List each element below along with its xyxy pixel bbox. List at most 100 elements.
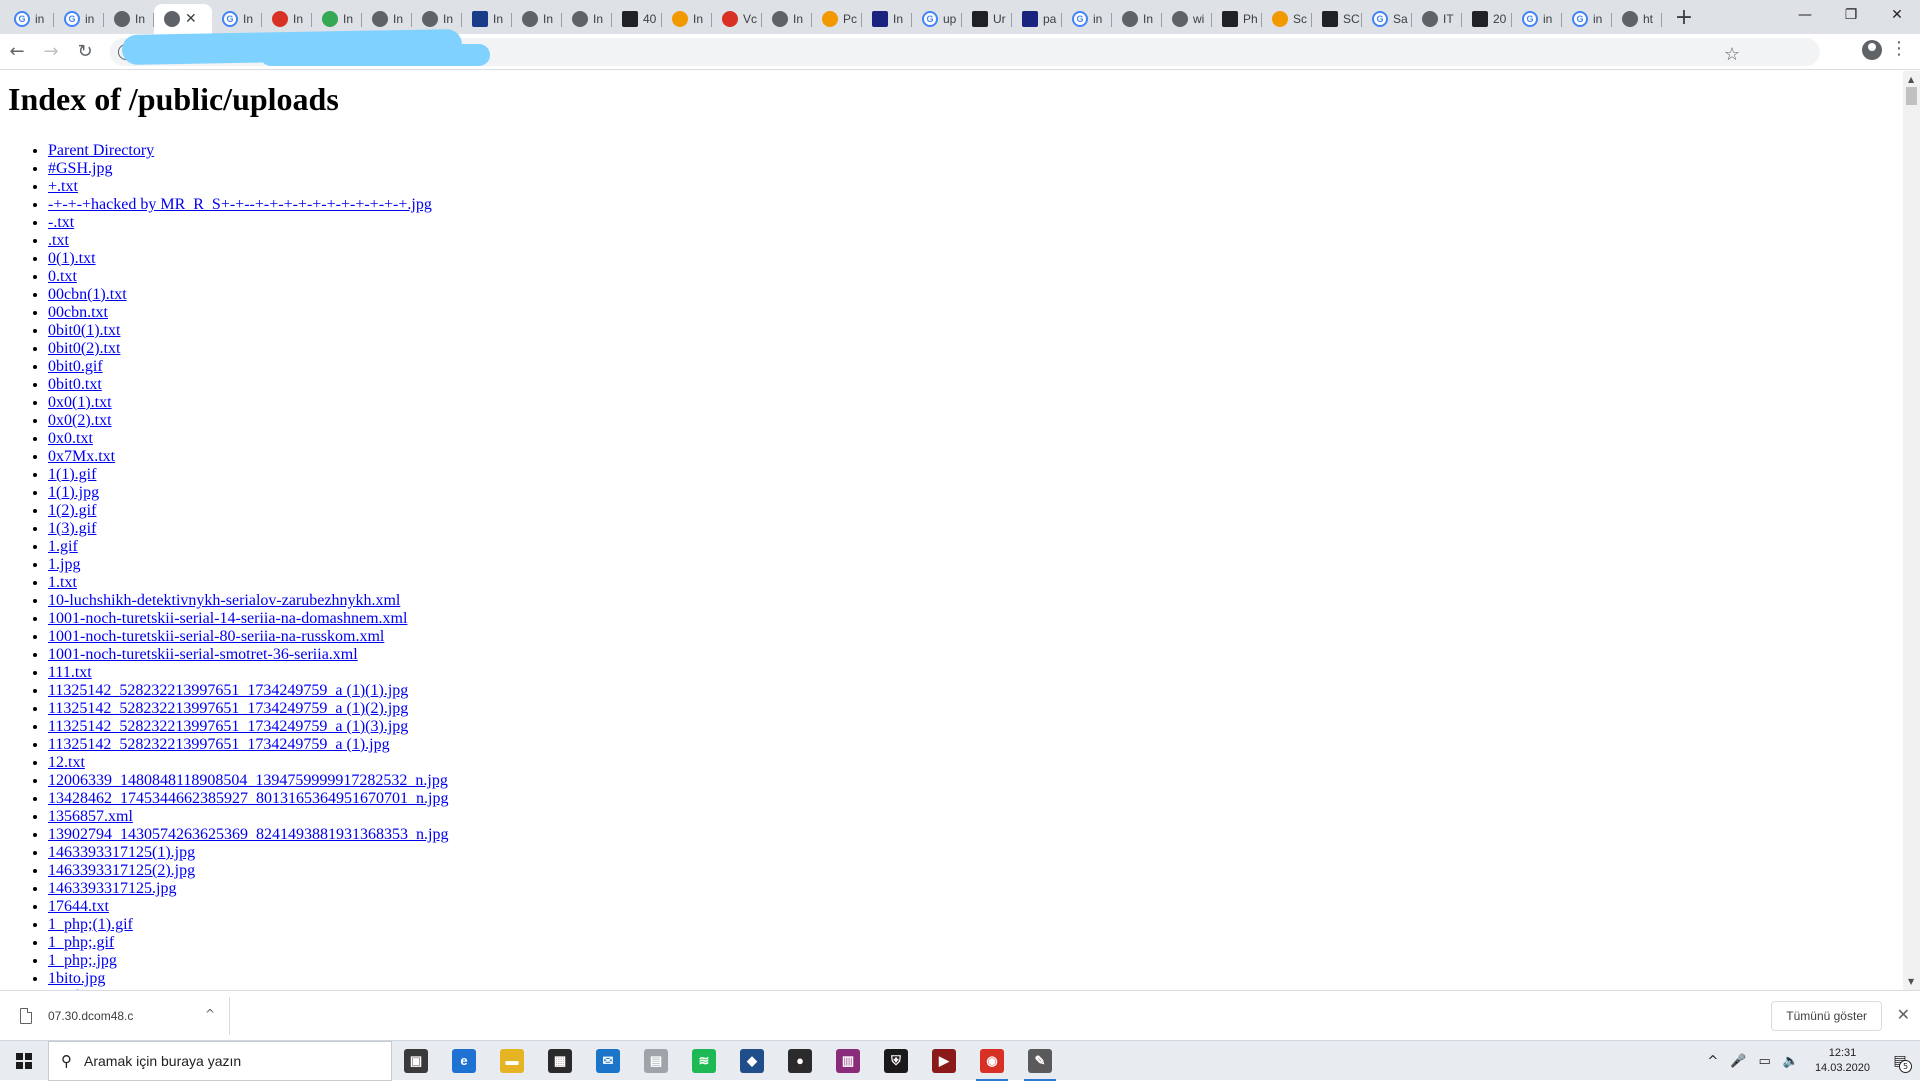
taskbar-virtualbox-button[interactable]: ◆ xyxy=(728,1041,776,1081)
browser-tab[interactable]: 40 xyxy=(612,4,662,34)
browser-tab[interactable]: G Sa xyxy=(1362,4,1412,34)
browser-tab[interactable]: In xyxy=(262,4,312,34)
taskbar-task-view-button[interactable]: ▣ xyxy=(392,1041,440,1081)
browser-tab[interactable]: In xyxy=(312,4,362,34)
file-link[interactable]: 1001-noch-turetskii-serial-smotret-36-se… xyxy=(48,646,358,663)
system-clock[interactable]: 12:31 14.03.2020 xyxy=(1815,1046,1870,1076)
taskbar-store-button[interactable]: ▦ xyxy=(536,1041,584,1081)
file-link[interactable]: 1001-noch-turetskii-serial-14-seriia-na-… xyxy=(48,610,407,627)
file-link[interactable]: 0bit0(2).txt xyxy=(48,340,120,357)
reload-button[interactable]: ↻ xyxy=(68,37,102,67)
file-link[interactable]: 1356857.xml xyxy=(48,808,133,825)
file-link[interactable]: 0x7Mx.txt xyxy=(48,448,115,465)
tray-overflow-chevron-icon[interactable]: ^ xyxy=(1707,1054,1718,1069)
browser-tab-active[interactable]: ✕ xyxy=(154,4,212,34)
scroll-down-arrow-icon[interactable]: ▼ xyxy=(1908,977,1914,986)
browser-tab[interactable]: In xyxy=(762,4,812,34)
taskbar-spotify-button[interactable]: ≋ xyxy=(680,1041,728,1081)
browser-tab[interactable]: Ur xyxy=(962,4,1012,34)
file-link[interactable]: 17644.txt xyxy=(48,898,109,915)
start-button[interactable] xyxy=(0,1041,48,1081)
browser-tab[interactable]: In xyxy=(862,4,912,34)
file-link[interactable]: 00cbn.txt xyxy=(48,304,108,321)
file-link[interactable]: 1.jpg xyxy=(48,556,80,573)
file-link[interactable]: 1bito.jpg xyxy=(48,970,105,987)
taskbar-photos-button[interactable]: ▤ xyxy=(632,1041,680,1081)
file-link[interactable]: 1(3).gif xyxy=(48,520,96,537)
browser-tab[interactable]: SC xyxy=(1312,4,1362,34)
file-link[interactable]: 1(1).jpg xyxy=(48,484,99,501)
volume-icon[interactable]: 🔈 xyxy=(1783,1054,1799,1069)
browser-tab[interactable]: Ph xyxy=(1212,4,1262,34)
file-link[interactable]: 1_php;.gif xyxy=(48,934,114,951)
file-link[interactable]: 1(2).gif xyxy=(48,502,96,519)
browser-tab[interactable]: Vc xyxy=(712,4,762,34)
file-link[interactable]: 13428462_1745344662385927_80131653649516… xyxy=(48,790,448,807)
browser-tab[interactable]: Gin xyxy=(1062,4,1112,34)
browser-tab[interactable]: Gin xyxy=(1562,4,1612,34)
browser-tab[interactable]: Gin xyxy=(54,4,104,34)
taskbar-pen-tool-button[interactable]: ✎ xyxy=(1016,1041,1064,1081)
browser-tab[interactable]: wi xyxy=(1162,4,1212,34)
file-link[interactable]: 11325142_528232213997651_1734249759_a (1… xyxy=(48,682,408,699)
file-link[interactable]: 0bit0.gif xyxy=(48,358,103,375)
parent-directory-link[interactable]: Parent Directory xyxy=(48,142,154,159)
browser-tab[interactable]: In xyxy=(1112,4,1162,34)
file-link[interactable]: 1.txt xyxy=(48,574,77,591)
maximize-button[interactable]: ❐ xyxy=(1828,0,1874,30)
browser-tab[interactable]: Gin xyxy=(4,4,54,34)
close-window-button[interactable]: ✕ xyxy=(1874,0,1920,30)
close-tab-icon[interactable]: ✕ xyxy=(185,11,197,27)
taskbar-winrar-button[interactable]: ▥ xyxy=(824,1041,872,1081)
file-link[interactable]: -.txt xyxy=(48,214,74,231)
file-link[interactable]: 0.txt xyxy=(48,268,77,285)
file-link[interactable]: 12006339_1480848118908504_13947599999172… xyxy=(48,772,448,789)
browser-tab[interactable]: Pc xyxy=(812,4,862,34)
network-icon[interactable]: ▭ xyxy=(1758,1054,1770,1069)
new-tab-button[interactable]: + xyxy=(1670,3,1698,31)
taskbar-mail-button[interactable]: ✉ xyxy=(584,1041,632,1081)
browser-tab[interactable]: 20 xyxy=(1462,4,1512,34)
address-bar[interactable]: i ☆ xyxy=(110,29,1820,66)
scrollbar-thumb[interactable] xyxy=(1906,87,1917,105)
close-download-shelf-icon[interactable]: ✕ xyxy=(1897,1005,1910,1024)
file-link[interactable]: 12.txt xyxy=(48,754,85,771)
file-link[interactable]: 00cbn(1).txt xyxy=(48,286,127,303)
file-link[interactable]: 1463393317125.jpg xyxy=(48,880,176,897)
download-item[interactable]: 07.30.dcom48.c ^ xyxy=(10,997,230,1035)
file-link[interactable]: 11325142_528232213997651_1734249759_a (1… xyxy=(48,700,408,717)
file-link[interactable]: 1001-noch-turetskii-serial-80-seriia-na-… xyxy=(48,628,384,645)
taskbar-obs-button[interactable]: ● xyxy=(776,1041,824,1081)
browser-tab[interactable]: In xyxy=(104,4,154,34)
show-all-downloads-button[interactable]: Tümünü göster xyxy=(1771,1001,1882,1031)
file-link[interactable]: 1463393317125(1).jpg xyxy=(48,844,195,861)
browser-tab[interactable]: In xyxy=(462,4,512,34)
taskbar-search-input[interactable] xyxy=(84,1052,364,1069)
file-link[interactable]: #GSH.jpg xyxy=(48,160,112,177)
file-link[interactable]: 1463393317125(2).jpg xyxy=(48,862,195,879)
browser-tab[interactable]: IT xyxy=(1412,4,1462,34)
file-link[interactable]: 111.txt xyxy=(48,664,92,681)
browser-tab[interactable]: In xyxy=(662,4,712,34)
file-link[interactable]: 1_php;.jpg xyxy=(48,952,117,969)
browser-tab[interactable]: G In xyxy=(212,4,262,34)
file-link[interactable]: 11325142_528232213997651_1734249759_a (1… xyxy=(48,718,408,735)
file-link[interactable]: .txt xyxy=(48,232,69,249)
file-link[interactable]: 0x0.txt xyxy=(48,430,93,447)
file-link[interactable]: 1(1).gif xyxy=(48,466,96,483)
taskbar-chrome-button[interactable]: ◉ xyxy=(968,1041,1016,1081)
profile-avatar-icon[interactable] xyxy=(1862,40,1882,60)
browser-tab[interactable]: Gin xyxy=(1512,4,1562,34)
file-link[interactable]: 0(1).txt xyxy=(48,250,96,267)
minimize-button[interactable]: — xyxy=(1782,0,1828,30)
taskbar-search-box[interactable]: ⚲ xyxy=(48,1040,392,1081)
download-options-chevron-icon[interactable]: ^ xyxy=(205,1007,215,1021)
file-link[interactable]: 11325142_528232213997651_1734249759_a (1… xyxy=(48,736,390,753)
scroll-up-arrow-icon[interactable]: ▲ xyxy=(1908,75,1914,84)
taskbar-media-player-button[interactable]: ▶ xyxy=(920,1041,968,1081)
file-link[interactable]: 10-luchshikh-detektivnykh-serialov-zarub… xyxy=(48,592,400,609)
file-link[interactable]: 1.gif xyxy=(48,538,78,555)
file-link[interactable]: +.txt xyxy=(48,178,78,195)
forward-button[interactable]: → xyxy=(34,37,68,67)
browser-tab[interactable]: ht xyxy=(1612,4,1662,34)
